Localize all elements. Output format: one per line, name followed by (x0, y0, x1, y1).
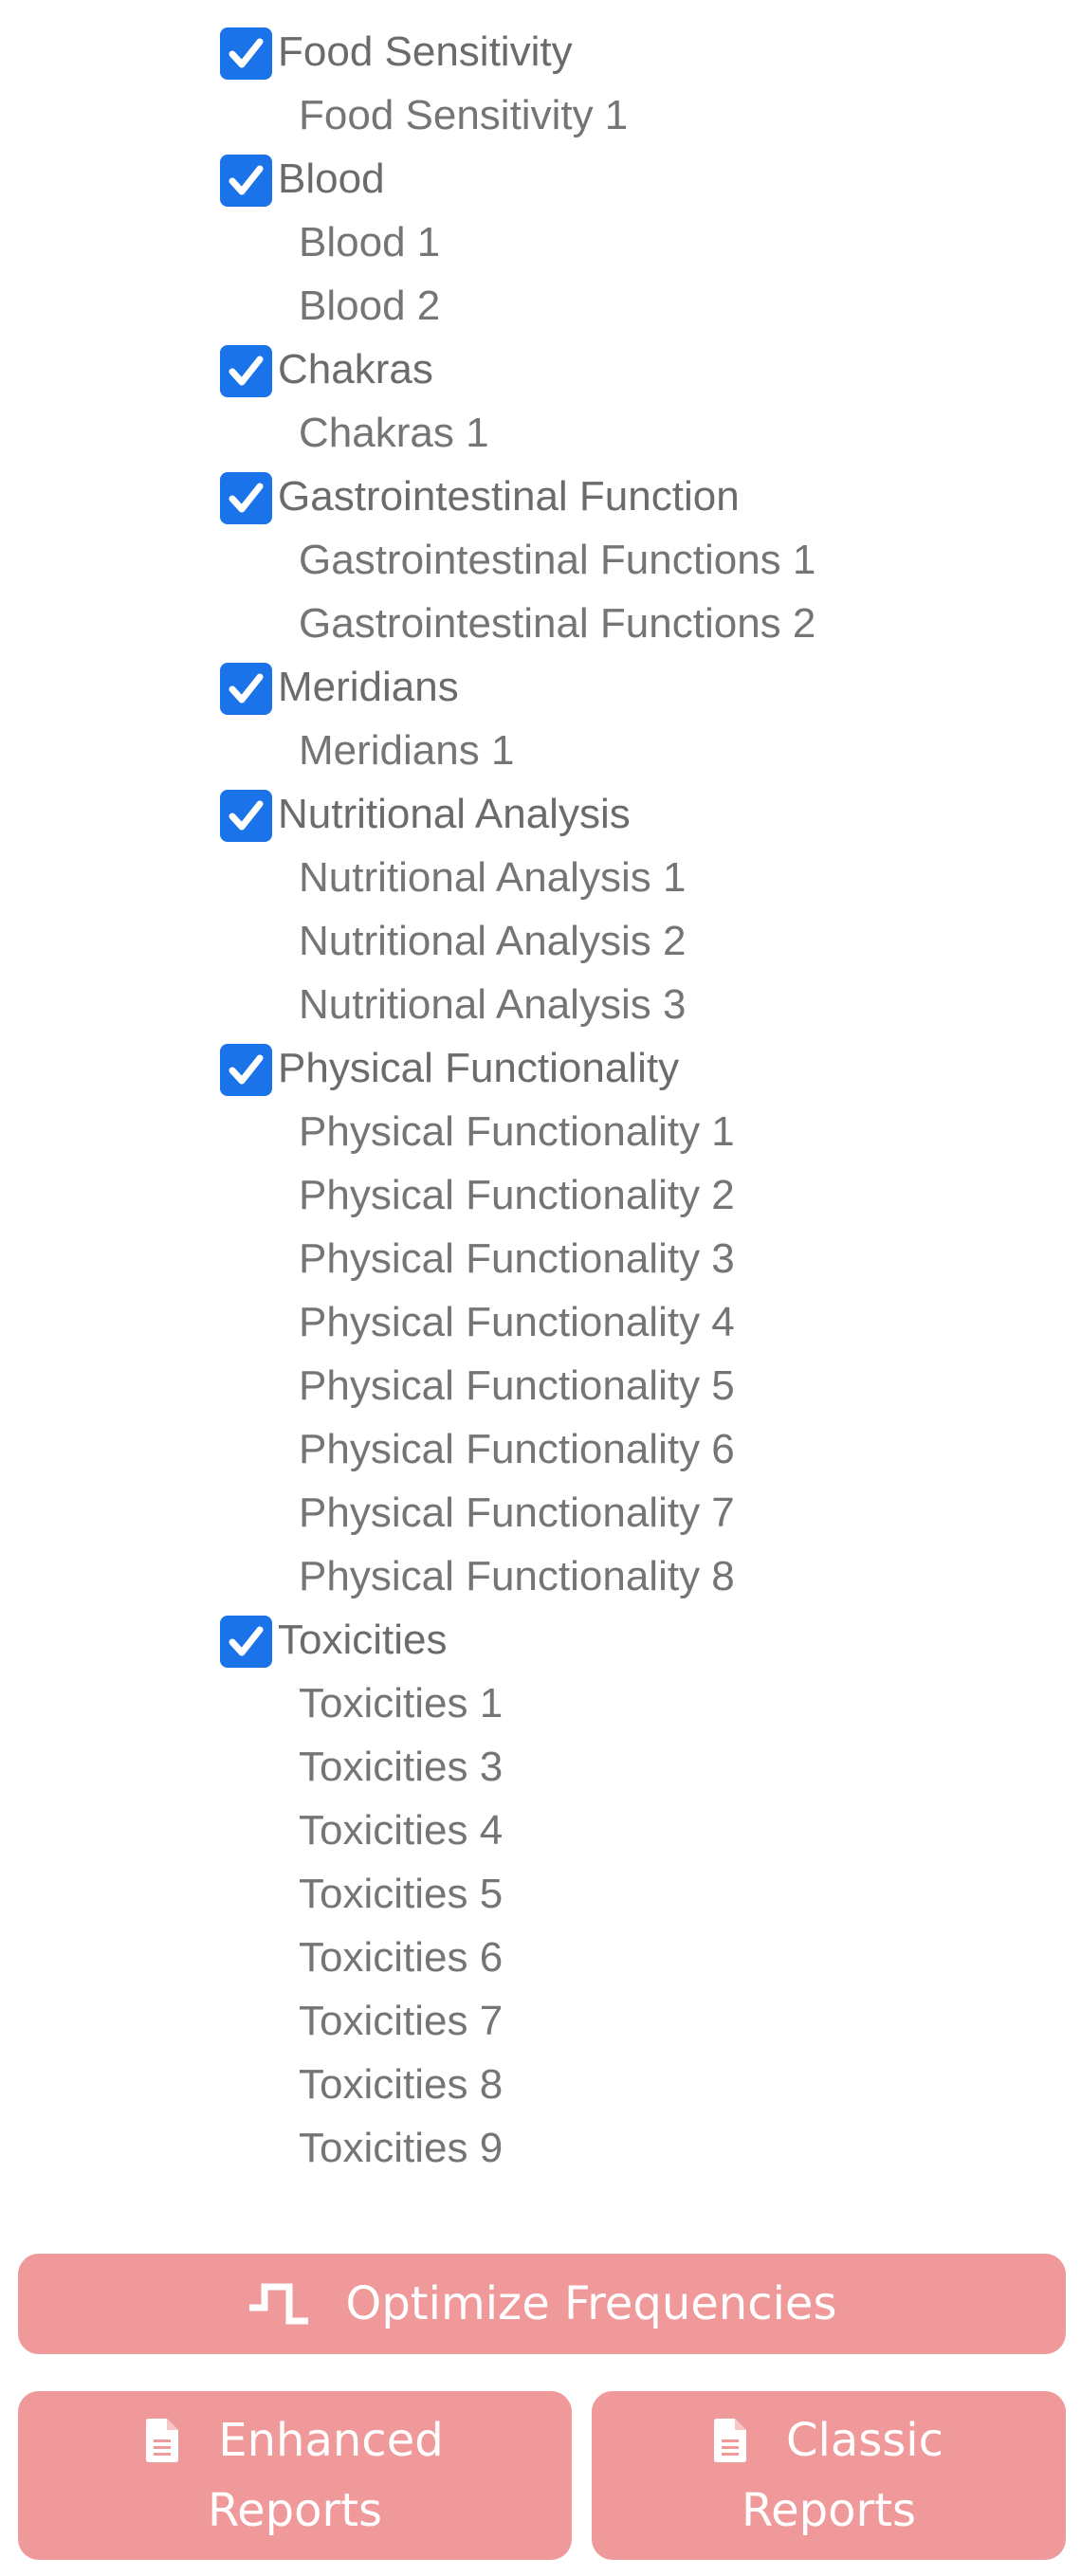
category-label: Physical Functionality (278, 1045, 680, 1091)
report-item-label: Food Sensitivity 1 (299, 92, 629, 138)
category-label: Toxicities (278, 1617, 448, 1663)
optimize-frequencies-button[interactable]: Optimize Frequencies (18, 2254, 1066, 2354)
report-item-label: Physical Functionality 8 (299, 1553, 735, 1599)
category-row[interactable]: Gastrointestinal Function (0, 465, 1081, 528)
checkmark-icon (229, 800, 264, 831)
report-item: Nutritional Analysis 1 (0, 846, 1081, 909)
report-item-label: Physical Functionality 4 (299, 1299, 735, 1345)
report-item-label: Chakras 1 (299, 410, 489, 456)
category-row[interactable]: Food Sensitivity (0, 20, 1081, 83)
report-item-label: Meridians 1 (299, 727, 515, 774)
report-item-label: Toxicities 9 (299, 2125, 504, 2171)
category-row[interactable]: Meridians (0, 655, 1081, 719)
category-row[interactable]: Nutritional Analysis (0, 782, 1081, 846)
report-item: Physical Functionality 1 (0, 1100, 1081, 1163)
checkmark-icon (229, 673, 264, 703)
report-item: Toxicities 6 (0, 1926, 1081, 1989)
report-item: Blood 1 (0, 210, 1081, 274)
classic-reports-button[interactable]: Classic Reports (592, 2391, 1066, 2560)
document-icon (713, 2419, 746, 2462)
category-row[interactable]: Physical Functionality (0, 1036, 1081, 1100)
report-item: Physical Functionality 2 (0, 1163, 1081, 1227)
category-checkbox[interactable] (220, 790, 272, 842)
report-item-label: Toxicities 7 (299, 1998, 504, 2044)
report-item: Toxicities 7 (0, 1989, 1081, 2053)
report-item: Blood 2 (0, 274, 1081, 338)
report-item-label: Physical Functionality 2 (299, 1172, 735, 1218)
checkmark-icon (229, 38, 264, 68)
report-item: Nutritional Analysis 3 (0, 973, 1081, 1036)
report-item-label: Nutritional Analysis 2 (299, 918, 687, 964)
report-item-label: Physical Functionality 6 (299, 1426, 735, 1472)
category-checkbox[interactable] (220, 1044, 272, 1096)
report-item: Physical Functionality 3 (0, 1227, 1081, 1290)
report-item-label: Physical Functionality 1 (299, 1108, 735, 1155)
report-item: Meridians 1 (0, 719, 1081, 782)
report-item-label: Toxicities 3 (299, 1744, 504, 1790)
category-checkbox[interactable] (220, 472, 272, 524)
report-item: Physical Functionality 4 (0, 1290, 1081, 1354)
report-item: Physical Functionality 6 (0, 1417, 1081, 1481)
category-label: Chakras (278, 346, 433, 393)
checkmark-icon (229, 356, 264, 386)
report-item-label: Toxicities 4 (299, 1807, 504, 1854)
report-item: Toxicities 4 (0, 1799, 1081, 1862)
category-checkbox[interactable] (220, 27, 272, 80)
category-checkbox[interactable] (220, 663, 272, 715)
report-item: Physical Functionality 5 (0, 1354, 1081, 1417)
checkmark-icon (229, 165, 264, 195)
enhanced-reports-label-line2: Reports (207, 2484, 383, 2537)
document-icon (146, 2419, 179, 2462)
report-item-label: Nutritional Analysis 3 (299, 981, 687, 1028)
report-item: Toxicities 8 (0, 2053, 1081, 2116)
checkmark-icon (229, 1626, 264, 1656)
category-label: Food Sensitivity (278, 28, 573, 75)
category-checkbox[interactable] (220, 155, 272, 207)
report-item: Nutritional Analysis 2 (0, 909, 1081, 973)
category-label: Gastrointestinal Function (278, 473, 740, 520)
category-row[interactable]: Blood (0, 147, 1081, 210)
report-item-label: Gastrointestinal Functions 1 (299, 537, 816, 583)
report-item: Gastrointestinal Functions 2 (0, 592, 1081, 655)
report-item: Physical Functionality 7 (0, 1481, 1081, 1544)
category-row[interactable]: Chakras (0, 338, 1081, 401)
report-item: Toxicities 1 (0, 1672, 1081, 1735)
report-item: Toxicities 3 (0, 1735, 1081, 1799)
category-checkbox[interactable] (220, 345, 272, 397)
report-item-label: Toxicities 6 (299, 1934, 504, 1981)
category-label: Nutritional Analysis (278, 791, 631, 837)
report-item-label: Toxicities 1 (299, 1680, 504, 1726)
report-item-label: Blood 2 (299, 283, 441, 329)
pulse-icon (248, 2283, 308, 2325)
enhanced-reports-button[interactable]: Enhanced Reports (18, 2391, 572, 2560)
enhanced-reports-label-line1: Enhanced (218, 2414, 444, 2467)
report-item-label: Physical Functionality 3 (299, 1235, 735, 1282)
checkmark-icon (229, 483, 264, 513)
optimize-frequencies-label: Optimize Frequencies (345, 2277, 837, 2330)
report-item-label: Physical Functionality 7 (299, 1489, 735, 1536)
checkmark-icon (229, 1054, 264, 1085)
report-item-label: Toxicities 5 (299, 1871, 504, 1917)
report-item-label: Blood 1 (299, 219, 441, 265)
report-item-label: Gastrointestinal Functions 2 (299, 600, 816, 647)
category-checkbox[interactable] (220, 1616, 272, 1668)
report-item: Physical Functionality 8 (0, 1544, 1081, 1608)
category-row[interactable]: Toxicities (0, 1608, 1081, 1672)
category-label: Meridians (278, 664, 459, 710)
classic-reports-label-line1: Classic (785, 2414, 944, 2467)
classic-reports-label-line2: Reports (741, 2484, 917, 2537)
report-item-label: Physical Functionality 5 (299, 1362, 735, 1409)
report-item-label: Toxicities 8 (299, 2061, 504, 2108)
report-item: Toxicities 5 (0, 1862, 1081, 1926)
category-label: Blood (278, 155, 385, 202)
report-item-label: Nutritional Analysis 1 (299, 854, 687, 901)
report-item: Food Sensitivity 1 (0, 83, 1081, 147)
report-item: Chakras 1 (0, 401, 1081, 465)
report-item: Gastrointestinal Functions 1 (0, 528, 1081, 592)
report-item: Toxicities 9 (0, 2116, 1081, 2180)
